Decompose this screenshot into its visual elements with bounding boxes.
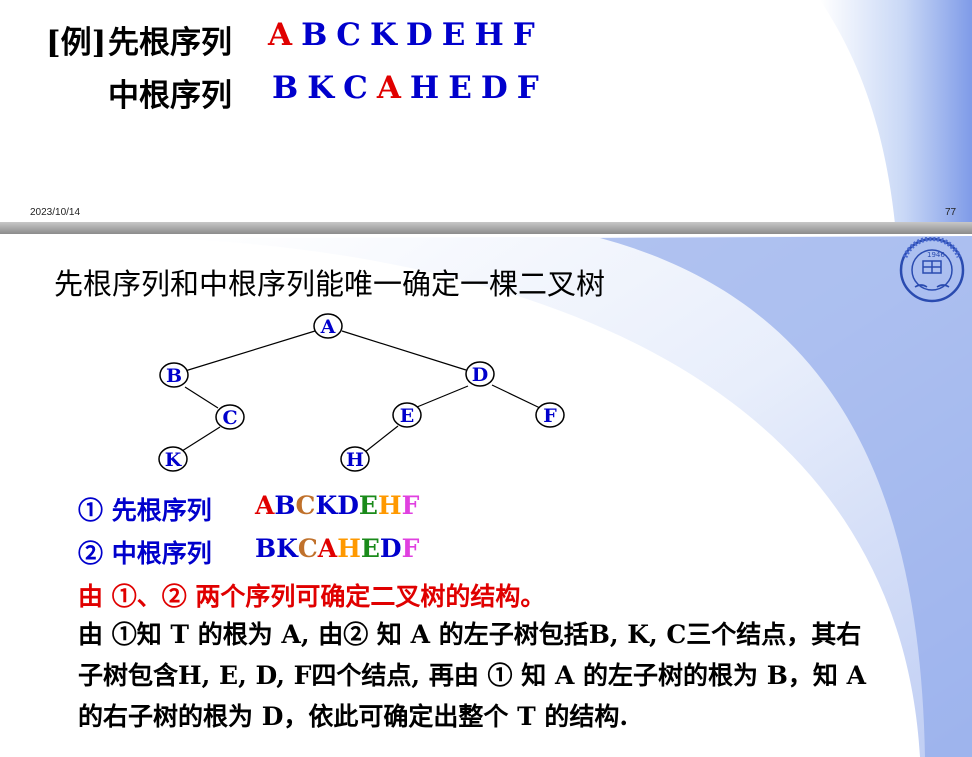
- sequence-letter-f: F: [512, 17, 538, 53]
- svg-text:D: D: [472, 364, 488, 386]
- colored-letter-b: B: [255, 534, 277, 563]
- sequence-letter-h: H: [474, 17, 507, 53]
- colored-letter-h: H: [337, 534, 361, 563]
- svg-text:F: F: [543, 405, 557, 427]
- edge-E-H: [364, 425, 399, 453]
- svg-text:H: H: [346, 449, 364, 471]
- page: [例] 先根序列 ABCKDEHF 中根序列 BKCAHEDF 2023/10/…: [0, 0, 972, 757]
- paragraph-line-1: 由 ①知 T 的根为 A, 由② 知 A 的左子树包括B, K, C三个结点，其…: [78, 620, 862, 649]
- paragraph-line-3: 的右子树的根为 D，依此可确定出整个 T 的结构.: [78, 702, 629, 731]
- colored-letter-k: K: [276, 534, 298, 563]
- sequence-letter-h: H: [409, 70, 443, 106]
- page-number: 77: [945, 207, 957, 218]
- inorder-colored-sequence: BKCAHEDF: [255, 534, 419, 563]
- sequence-letter-d: D: [405, 17, 436, 53]
- colored-letter-h: H: [377, 491, 402, 520]
- colored-letter-k: K: [315, 491, 338, 520]
- tree-node-F: F: [535, 402, 565, 428]
- edge-B-C: [184, 386, 219, 409]
- sequence-letter-f: F: [516, 70, 542, 106]
- colored-letter-a: A: [317, 534, 338, 563]
- sequence-letter-c: C: [336, 17, 364, 53]
- tree-node-E: E: [392, 402, 422, 428]
- tree-node-D: D: [465, 361, 495, 387]
- sequence-letter-e: E: [448, 70, 475, 106]
- tree-node-K: K: [158, 446, 188, 472]
- binary-tree: A B D C E F K H: [158, 313, 565, 472]
- sequence-letter-a: A: [376, 70, 404, 106]
- svg-text:C: C: [222, 407, 237, 429]
- university-logo: 1946: [899, 237, 965, 303]
- slide-date: 2023/10/14: [30, 207, 81, 218]
- tree-node-A: A: [313, 313, 343, 339]
- sequence-letter-d: D: [480, 70, 511, 106]
- example-label: [例]: [46, 25, 107, 61]
- tree-node-B: B: [159, 362, 189, 388]
- colored-letter-f: F: [401, 491, 420, 520]
- edge-C-K: [181, 426, 221, 452]
- colored-letter-d: D: [337, 491, 359, 520]
- top-slide-arc: [820, 0, 972, 224]
- colored-letter-b: B: [274, 491, 296, 520]
- sequence-letter-b: B: [301, 17, 331, 53]
- sequence-letter-k: K: [307, 70, 338, 106]
- svg-text:E: E: [400, 405, 414, 427]
- slide-separator: [0, 222, 972, 234]
- colored-letter-c: C: [297, 534, 318, 563]
- sequence-letter-b: B: [272, 70, 302, 106]
- paragraph-line-2: 子树包含H, E, D, F四个结点, 再由 ① 知 A 的左子树的根为 B，知…: [78, 661, 866, 690]
- inorder-sequence: BKCAHEDF: [272, 70, 548, 106]
- tree-node-H: H: [340, 446, 370, 472]
- preorder-colored-sequence: ABCKDEHF: [255, 491, 419, 520]
- inorder-line-prefix: ② 中根序列: [78, 539, 212, 568]
- edge-A-B: [184, 330, 316, 372]
- edge-D-E: [416, 385, 469, 408]
- colored-letter-e: E: [358, 491, 378, 520]
- colored-letter-e: E: [360, 534, 380, 563]
- preorder-line-prefix: ① 先根序列: [78, 496, 212, 525]
- slide-heading: 先根序列和中根序列能唯一确定一棵二叉树: [54, 267, 606, 301]
- explanation-paragraph: 由 ①知 T 的根为 A, 由② 知 A 的左子树包括B, K, C三个结点，其…: [78, 614, 866, 737]
- colored-letter-a: A: [255, 491, 275, 520]
- colored-letter-c: C: [295, 491, 316, 520]
- svg-text:B: B: [166, 365, 182, 387]
- svg-text:A: A: [320, 316, 336, 338]
- logo-year: 1946: [927, 251, 945, 259]
- inorder-label: 中根序列: [108, 78, 232, 114]
- sequence-letter-c: C: [343, 70, 371, 106]
- svg-text:K: K: [165, 449, 183, 471]
- colored-letter-f: F: [401, 534, 420, 563]
- edge-D-F: [491, 384, 541, 409]
- preorder-label: 先根序列: [108, 25, 232, 61]
- tree-edges: [181, 330, 541, 453]
- preorder-sequence: ABCKDEHF: [268, 17, 544, 53]
- sequence-letter-a: A: [268, 17, 296, 53]
- colored-letter-d: D: [379, 534, 402, 563]
- sequence-letter-e: E: [441, 17, 469, 53]
- tree-node-C: C: [215, 404, 245, 430]
- sequence-letter-k: K: [369, 17, 400, 53]
- edge-A-D: [341, 330, 467, 371]
- conclusion-line: 由 ①、② 两个序列可确定二叉树的结构。: [78, 582, 546, 611]
